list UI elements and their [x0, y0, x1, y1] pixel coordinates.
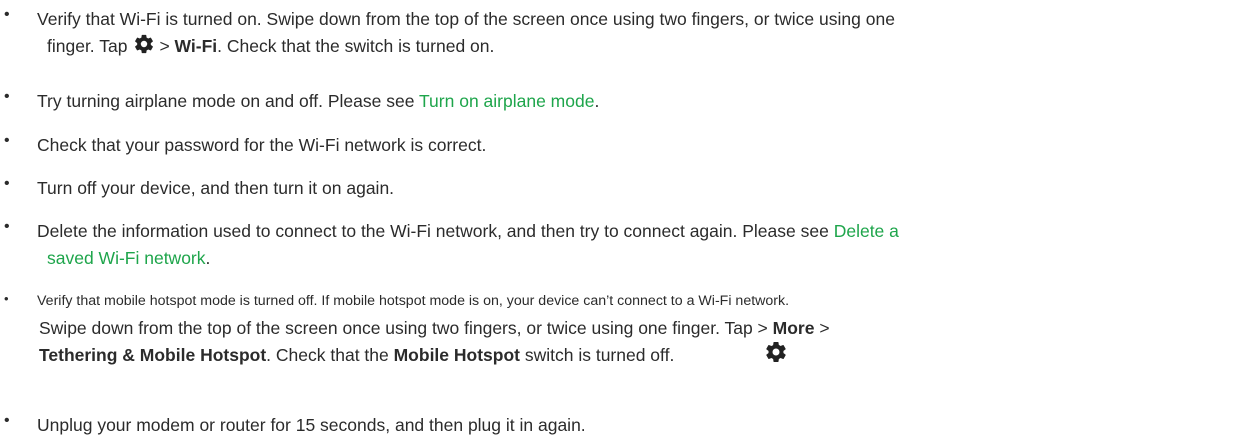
list-item-text: Check that your password for the Wi-Fi n… [37, 132, 1232, 159]
airplane-mode-link[interactable]: Turn on airplane mode [419, 91, 594, 111]
list-item-text: Turn off your device, and then turn it o… [37, 175, 1232, 202]
bullet: • [4, 132, 10, 149]
item-text: > [814, 318, 830, 338]
item-text: . [594, 91, 600, 111]
item-text: finger. Tap [47, 36, 128, 56]
delete-network-link[interactable]: Delete a [834, 221, 899, 241]
item-text: switch is turned off. [519, 345, 675, 365]
item-text: Try turning airplane mode on and off. Pl… [37, 91, 420, 111]
list-item-text: Verify that mobile hotspot mode is turne… [37, 290, 1232, 369]
item-text: Verify that Wi-Fi is turned on. Swipe do… [37, 9, 895, 29]
item-text: Check that your password for the Wi-Fi n… [37, 135, 487, 155]
gear-icon [133, 33, 155, 63]
bullet: • [4, 175, 10, 192]
delete-network-link[interactable]: saved Wi-Fi network [47, 248, 206, 268]
list-item-text: Unplug your modem or router for 15 secon… [37, 412, 1232, 439]
list-item-text: Try turning airplane mode on and off. Pl… [37, 88, 1232, 115]
bullet: • [4, 412, 10, 429]
item-text: Swipe down from the top of the screen on… [39, 318, 773, 338]
item-text: . [205, 248, 211, 268]
item-text: Delete the information used to connect t… [37, 221, 834, 241]
bullet: • [4, 218, 10, 235]
list-item-text: Verify that Wi-Fi is turned on. Swipe do… [37, 6, 1232, 63]
gear-icon [764, 340, 788, 369]
item-text: Verify that mobile hotspot mode is turne… [37, 293, 790, 309]
bullet: • [4, 6, 10, 23]
item-text: Turn off your device, and then turn it o… [37, 178, 395, 198]
list-item-text: Delete the information used to connect t… [37, 218, 1232, 272]
item-text: > [159, 36, 170, 56]
item-text: Unplug your modem or router for 15 secon… [37, 415, 586, 435]
mobile-hotspot-label: Mobile Hotspot [393, 345, 520, 365]
tethering-label: Tethering & Mobile Hotspot [39, 345, 267, 365]
item-text: . Check that the [266, 345, 394, 365]
more-label: More [772, 318, 815, 338]
wifi-label: Wi-Fi [174, 36, 218, 56]
bullet: • [4, 88, 10, 105]
bullet: • [4, 291, 9, 306]
item-text: . Check that the switch is turned on. [217, 36, 495, 56]
